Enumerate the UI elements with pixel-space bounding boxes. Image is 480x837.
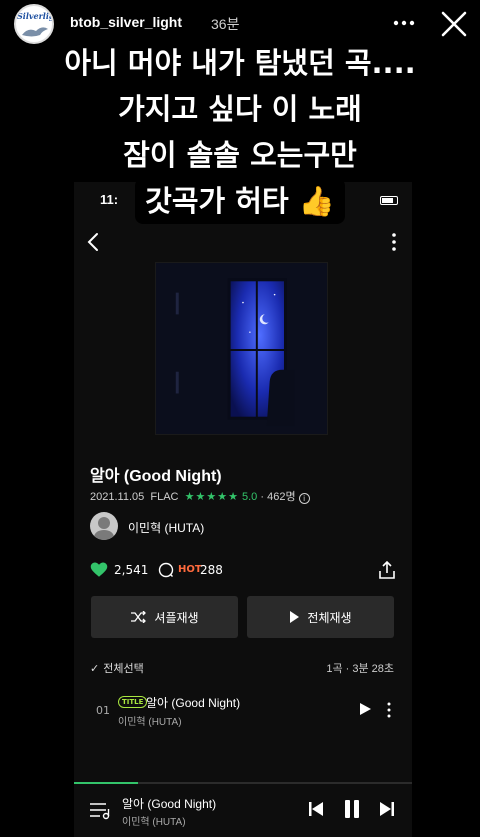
select-all[interactable]: ✓ 전체선택 xyxy=(90,660,144,676)
album-cover xyxy=(155,262,328,435)
track-number: 01 xyxy=(96,704,110,717)
more-vertical-icon[interactable] xyxy=(386,702,392,718)
track-artist: 이민혁 (HUTA) xyxy=(118,717,182,728)
track-title: 알아 (Good Night) xyxy=(146,696,241,710)
more-vertical-icon[interactable] xyxy=(390,232,398,252)
caption-line: 잠이 솔솔 오는구만 xyxy=(113,132,367,178)
avatar[interactable]: Silverlight xyxy=(14,4,54,44)
track-select-row: ✓ 전체선택 1곡 · 3분 28초 xyxy=(90,660,396,676)
play-icon[interactable] xyxy=(358,702,372,716)
info-icon[interactable]: i xyxy=(298,493,310,504)
song-meta: 2021.11.05 FLAC ★★★★★ 5.0 · 462명 i xyxy=(90,488,310,504)
stats-row: 2,541 HOT 288 xyxy=(90,560,396,582)
select-all-label: 전체선택 xyxy=(103,663,144,675)
player-title[interactable]: 알아 (Good Night) xyxy=(122,795,216,812)
shuffle-play-button[interactable]: 셔플재생 xyxy=(91,596,238,638)
pause-icon[interactable] xyxy=(342,799,362,819)
next-icon[interactable] xyxy=(379,801,395,817)
comment-count: 288 xyxy=(200,563,223,577)
like-count: 2,541 xyxy=(114,563,149,577)
shuffle-icon xyxy=(131,611,147,623)
play-all-button[interactable]: 전체재생 xyxy=(247,596,394,638)
caption-line: 갓곡가 허타 👍 xyxy=(135,178,345,224)
playback-progress-fill xyxy=(74,782,139,784)
audio-format: FLAC xyxy=(150,491,179,503)
rating-count: 462명 xyxy=(267,491,296,503)
more-icon[interactable] xyxy=(393,12,415,34)
title-badge: TITLE xyxy=(118,696,148,708)
story-time: 36분 xyxy=(211,16,240,32)
caption-line: 아니 머야 내가 탐냈던 곡.... xyxy=(54,40,426,86)
previous-icon[interactable] xyxy=(308,801,324,817)
story-username[interactable]: btob_silver_light xyxy=(70,14,182,30)
playback-progress[interactable] xyxy=(74,782,412,784)
shared-screenshot: 11: 알아 (Good Night) 2021.11.05 FLAC ★★★★… xyxy=(74,182,412,837)
play-icon xyxy=(290,611,300,623)
list-item[interactable]: 01 TITLE 알아 (Good Night) 이민혁 (HUTA) xyxy=(90,692,396,728)
song-title: 알아 (Good Night) xyxy=(90,468,222,485)
artist-name: 이민혁 (HUTA) xyxy=(128,521,205,535)
hot-badge: HOT xyxy=(178,564,202,575)
caption-line: 가지고 싶다 이 노래 xyxy=(108,86,372,132)
star-rating-icon[interactable]: ★★★★★ xyxy=(185,491,239,503)
back-icon[interactable] xyxy=(84,230,104,254)
mini-player: 알아 (Good Night) 이민혁 (HUTA) xyxy=(74,788,412,837)
check-icon: ✓ xyxy=(90,663,100,675)
release-date: 2021.11.05 xyxy=(90,491,145,503)
heart-icon[interactable] xyxy=(90,561,108,579)
avatar-logo: Silverlight xyxy=(17,11,54,21)
close-icon[interactable] xyxy=(440,10,468,38)
shuffle-label: 셔플재생 xyxy=(154,610,199,625)
rating-value: 5.0 xyxy=(242,491,258,503)
comment-icon[interactable] xyxy=(158,562,174,578)
play-all-label: 전체재생 xyxy=(307,610,352,625)
story-caption: 아니 머야 내가 탐냈던 곡.... 가지고 싶다 이 노래 잠이 솔솔 오는구… xyxy=(0,40,480,224)
share-icon[interactable] xyxy=(378,560,396,580)
player-artist: 이민혁 (HUTA) xyxy=(122,817,186,828)
bird-icon xyxy=(22,27,48,37)
playlist-icon[interactable] xyxy=(89,800,111,820)
artist-avatar xyxy=(90,512,118,540)
track-summary: 1곡 · 3분 28초 xyxy=(326,663,394,675)
